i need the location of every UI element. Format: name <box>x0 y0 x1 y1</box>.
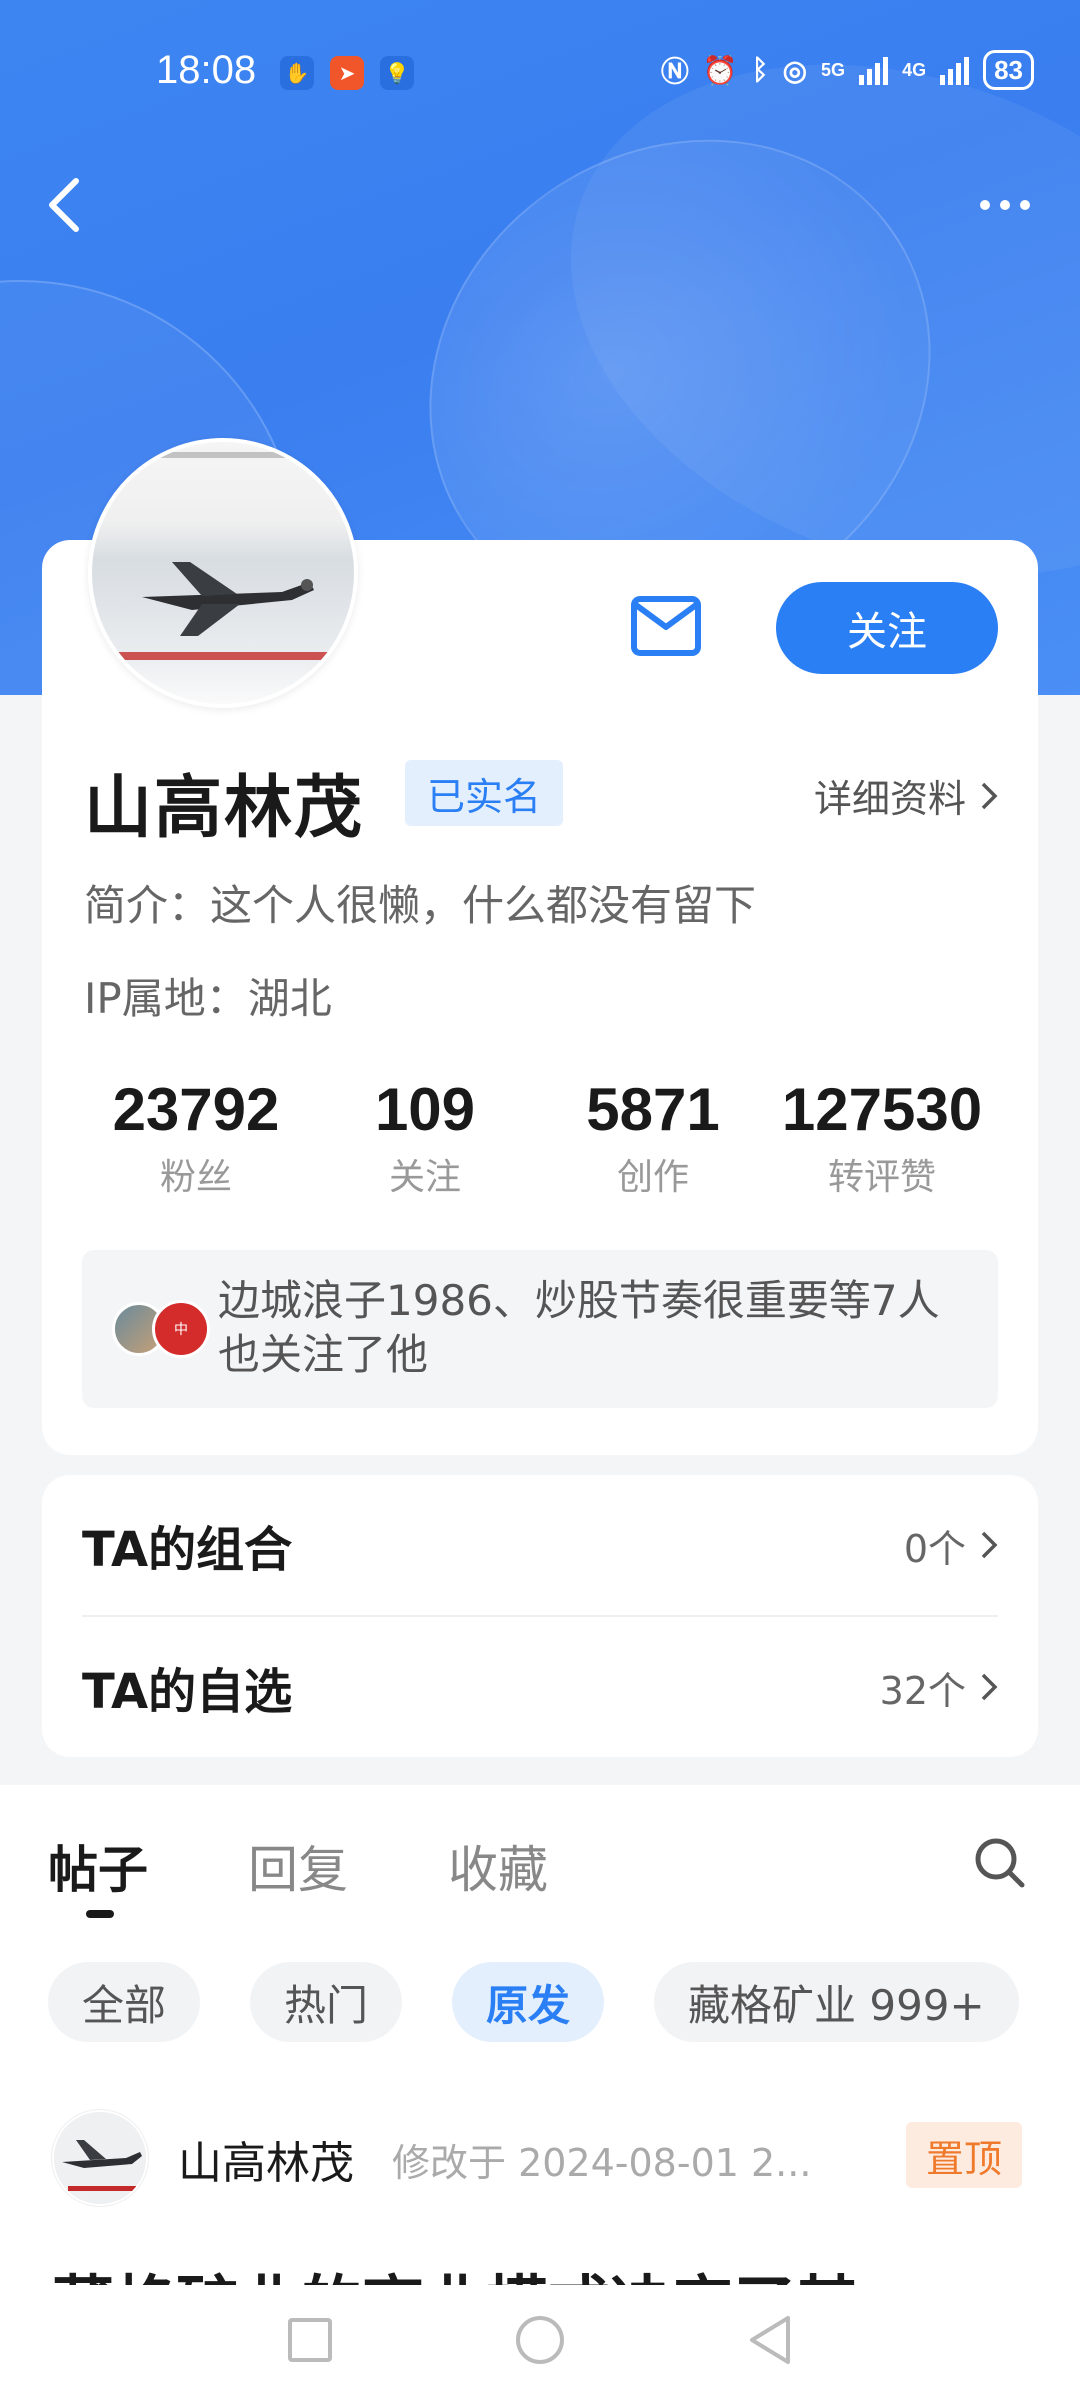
bluetooth-icon: ᛒ <box>751 54 769 85</box>
chevron-right-icon <box>981 1673 998 1701</box>
profile-username: 山高林茂 <box>84 769 365 848</box>
app-notification-icon: ➤ <box>330 56 364 90</box>
tab-posts[interactable]: 帖子 <box>48 1830 148 1902</box>
back-arrow-icon[interactable] <box>40 175 90 235</box>
ta-row-value-wrap: 0个 <box>904 1518 998 1573</box>
network-4g-label: 4G <box>902 59 927 80</box>
detail-info-label: 详细资料 <box>813 777 966 821</box>
filter-chip-stock[interactable]: 藏格矿业 999+ <box>654 1962 1019 2042</box>
message-icon[interactable] <box>630 595 702 657</box>
airplane-image <box>142 562 314 636</box>
profile-stats: 23792 粉丝 109 关注 5871 创作 127530 转评赞 <box>42 1075 1038 1215</box>
stat-value: 23792 <box>112 1076 280 1143</box>
follow-button[interactable]: 关注 <box>776 582 998 674</box>
status-icons: Ⓝ ⏰ ᛒ ◎ 5G 4G 83 <box>661 50 1034 90</box>
bulb-icon: 💡 <box>380 56 414 90</box>
stat-label: 创作 <box>616 1157 689 1198</box>
signal-icon <box>940 55 970 85</box>
hotspot-icon: ◎ <box>782 54 808 86</box>
network-5g-label: 5G <box>821 59 846 80</box>
post-meta: 修改于 2024-08-01 2... <box>392 2141 812 2185</box>
nfc-icon: Ⓝ <box>660 56 689 87</box>
stat-posts[interactable]: 5871 创作 <box>533 1075 773 1200</box>
ta-portfolio-row[interactable]: TA的组合 0个 <box>82 1475 998 1615</box>
status-bar: 18:08 ✋ ➤ 💡 Ⓝ ⏰ ᛒ ◎ 5G 4G 83 <box>0 0 1080 140</box>
stat-following[interactable]: 109 关注 <box>305 1075 545 1200</box>
app-notification-icon: ✋ <box>280 56 314 90</box>
stat-label: 关注 <box>388 1157 461 1198</box>
ta-row-value-wrap: 32个 <box>880 1660 998 1715</box>
airplane-image <box>54 2112 146 2204</box>
filter-chip-hot[interactable]: 热门 <box>250 1962 403 2042</box>
profile-bio: 简介：这个人很懒，什么都没有留下 <box>84 881 757 930</box>
ta-row-value: 32个 <box>879 1668 966 1713</box>
verified-badge: 已实名 <box>405 760 564 826</box>
stat-value: 5871 <box>586 1076 720 1143</box>
post-author[interactable]: 山高林茂 <box>178 2127 354 2191</box>
battery-icon: 83 <box>983 50 1034 90</box>
stat-value: 109 <box>374 1076 476 1143</box>
filter-chip-all[interactable]: 全部 <box>48 1962 201 2042</box>
chevron-right-icon <box>981 782 998 809</box>
recent-apps-button[interactable] <box>288 2318 332 2362</box>
filter-chip-original[interactable]: 原发 <box>452 1962 605 2042</box>
stat-label: 转评赞 <box>827 1157 936 1198</box>
status-time: 18:08 <box>156 48 257 92</box>
stat-interactions[interactable]: 127530 转评赞 <box>762 1075 1002 1200</box>
ta-card: TA的组合 0个 TA的自选 32个 <box>42 1475 1038 1757</box>
avatar: 中 <box>152 1300 210 1358</box>
chevron-right-icon <box>981 1531 998 1559</box>
tab-favorites[interactable]: 收藏 <box>448 1830 548 1902</box>
ta-row-label: TA的自选 <box>82 1664 293 1720</box>
avatar[interactable] <box>88 438 358 708</box>
ta-row-label: TA的组合 <box>82 1522 293 1578</box>
mutual-followers[interactable]: 中 边城浪子1986、炒股节奏很重要等7人也关注了他 <box>82 1250 998 1408</box>
home-button[interactable] <box>516 2316 564 2364</box>
ta-row-value: 0个 <box>903 1526 966 1571</box>
detail-info-link[interactable]: 详细资料 <box>814 768 998 823</box>
stat-fans[interactable]: 23792 粉丝 <box>76 1075 316 1200</box>
back-button[interactable] <box>746 2314 794 2366</box>
alarm-icon: ⏰ <box>702 54 738 86</box>
tab-replies[interactable]: 回复 <box>248 1830 348 1902</box>
search-icon[interactable] <box>972 1835 1028 1891</box>
avatar[interactable] <box>52 2110 148 2206</box>
ta-watchlist-row[interactable]: TA的自选 32个 <box>82 1617 998 1757</box>
stat-label: 粉丝 <box>159 1157 232 1198</box>
more-options-icon[interactable] <box>980 190 1040 220</box>
signal-icon <box>859 55 889 85</box>
profile-ip-location: IP属地：湖北 <box>84 974 332 1023</box>
mutual-followers-text: 边城浪子1986、炒股节奏很重要等7人也关注了他 <box>218 1276 940 1379</box>
stat-value: 127530 <box>781 1076 983 1143</box>
active-tab-indicator <box>86 1910 114 1918</box>
pinned-badge: 置顶 <box>906 2122 1023 2188</box>
